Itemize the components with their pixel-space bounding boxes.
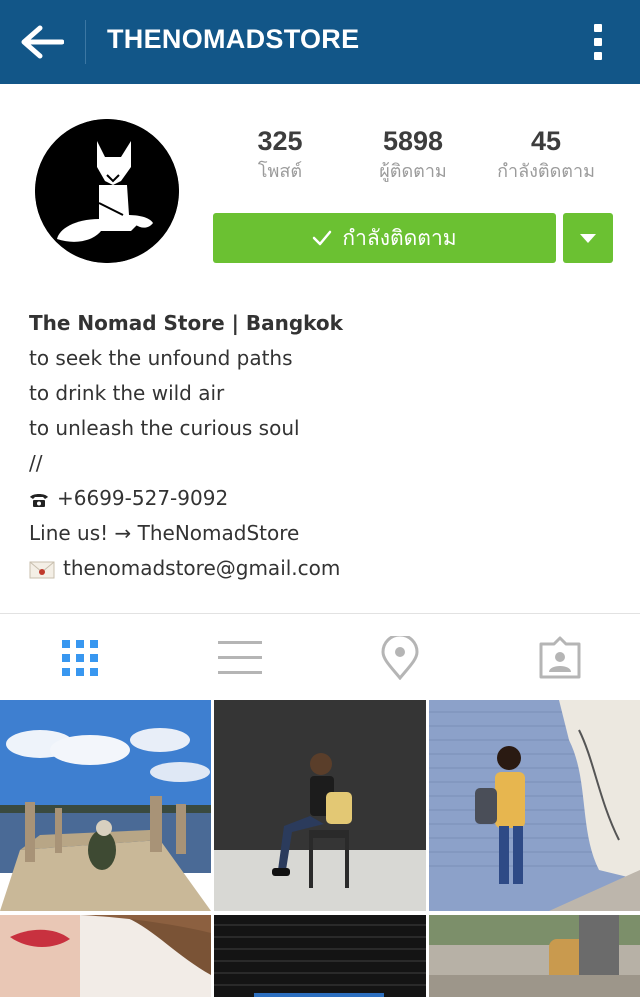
back-button[interactable] <box>18 18 66 66</box>
bio-line: to unleash the curious soul <box>29 416 300 440</box>
caret-down-icon <box>580 233 596 243</box>
grid-icon <box>62 640 98 676</box>
following-button-label: กำลังติดตาม <box>342 225 457 250</box>
more-dot-icon <box>594 24 602 32</box>
profile-view-tabs <box>0 614 640 700</box>
bio-line: to drink the wild air <box>29 381 225 405</box>
profile-bio: The Nomad Store | Bangkok to seek the un… <box>29 306 619 586</box>
location-pin-icon <box>381 636 419 680</box>
suggestions-dropdown-button[interactable] <box>563 213 613 263</box>
following-count-label: กำลังติดตาม <box>497 161 595 182</box>
posts-count[interactable]: 325 โพสต์ <box>205 124 355 186</box>
bio-phone-number[interactable]: +6699-527-9092 <box>57 486 228 510</box>
list-icon <box>218 641 262 674</box>
bio-phone-line: +6699-527-9092 <box>29 481 619 516</box>
grid-photo-backpack[interactable] <box>429 915 640 997</box>
grid-photo-brick-wall[interactable] <box>429 700 640 911</box>
tagged-person-icon <box>539 636 581 679</box>
profile-full-name: The Nomad Store | Bangkok <box>29 311 343 335</box>
bio-email-line: thenomadstore@gmail.com <box>29 551 619 586</box>
posts-count-value: 325 <box>257 126 303 156</box>
top-app-bar: THENOMADSTORE <box>0 0 640 84</box>
more-dot-icon <box>594 38 602 46</box>
bio-line-contact: Line us! → TheNomadStore <box>29 521 300 545</box>
followers-count-value: 5898 <box>382 126 444 156</box>
tab-tagged-view[interactable] <box>536 634 584 682</box>
profile-avatar[interactable] <box>35 119 179 263</box>
topbar-divider <box>85 20 86 64</box>
following-count-value: 45 <box>530 126 562 156</box>
bio-email[interactable]: thenomadstore@gmail.com <box>63 556 340 580</box>
more-dot-icon <box>594 52 602 60</box>
posts-count-label: โพสต์ <box>257 161 303 182</box>
photo-grid <box>0 700 640 997</box>
followers-count-label: ผู้ติดตาม <box>379 161 447 182</box>
following-count[interactable]: 45 กำลังติดตาม <box>471 124 621 186</box>
grid-photo-stool[interactable] <box>214 700 426 911</box>
tab-grid-view[interactable] <box>56 634 104 682</box>
bio-line: to seek the unfound paths <box>29 346 293 370</box>
tab-list-view[interactable] <box>216 634 264 682</box>
grid-photo-pier[interactable] <box>0 700 211 911</box>
grid-photo-shutter[interactable] <box>214 915 426 997</box>
checkmark-icon <box>313 230 332 246</box>
telephone-icon <box>30 493 48 507</box>
envelope-icon <box>29 561 55 578</box>
back-arrow-icon <box>21 25 64 59</box>
followers-count[interactable]: 5898 ผู้ติดตาม <box>338 124 488 186</box>
bio-line: // <box>29 451 43 475</box>
more-options-button[interactable] <box>582 18 614 66</box>
fox-logo-icon <box>35 119 179 263</box>
page-title: THENOMADSTORE <box>107 24 360 54</box>
tab-location-view[interactable] <box>376 634 424 682</box>
grid-photo-portrait[interactable] <box>0 915 211 997</box>
following-button[interactable]: กำลังติดตาม <box>213 213 556 263</box>
